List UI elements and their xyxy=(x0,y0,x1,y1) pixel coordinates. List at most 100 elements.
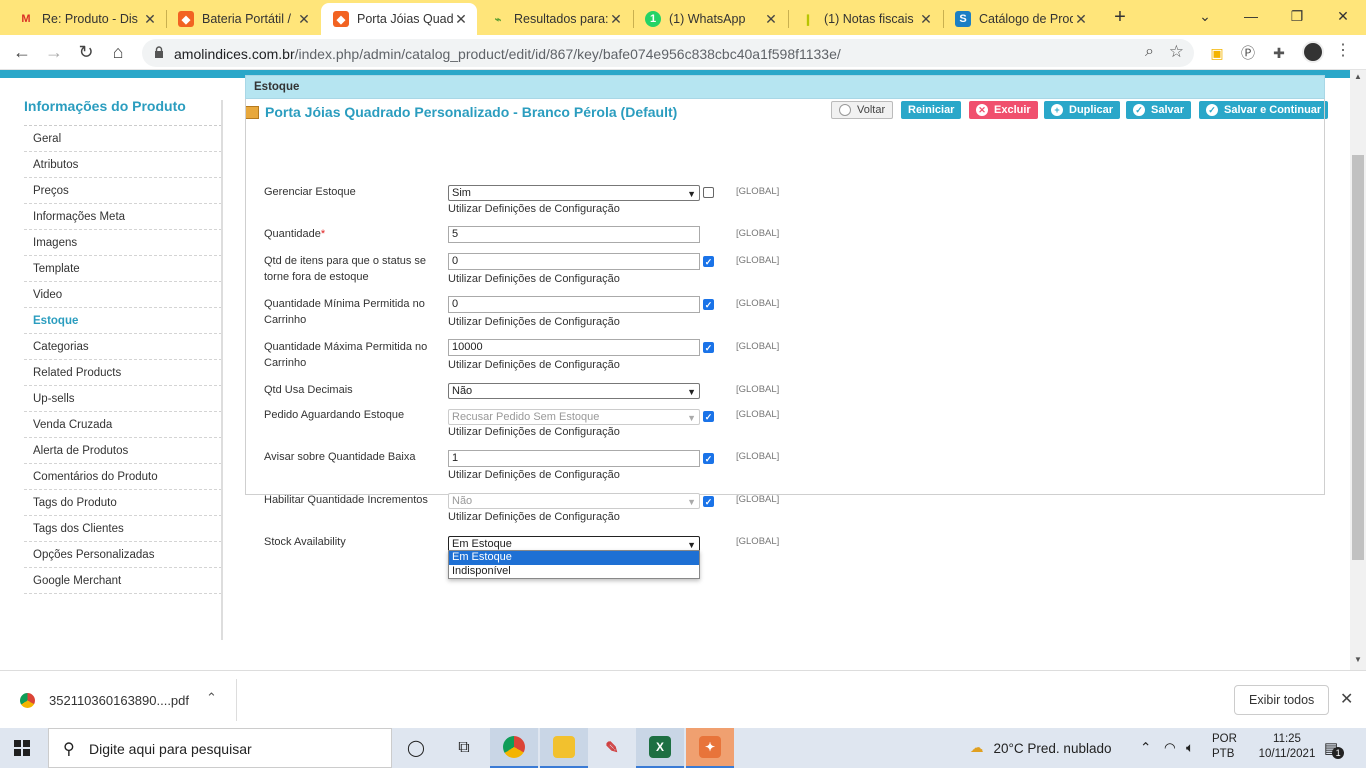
tab-resultados[interactable]: ⌁ Resultados para: ✕ xyxy=(478,3,632,35)
address-bar[interactable]: amolindices.com.br/index.php/admin/catal… xyxy=(142,39,1194,67)
sidebar-item-estoque[interactable]: Estoque xyxy=(24,308,222,334)
forward-arrow-icon[interactable]: → xyxy=(42,41,66,65)
scroll-down-arrow-icon[interactable]: ▼ xyxy=(1350,655,1366,664)
min-cart-qty-use-config-checkbox[interactable]: ✓ xyxy=(703,299,714,310)
tab-gmail[interactable]: M Re: Produto - Dis ✕ xyxy=(6,3,166,35)
weather-widget[interactable]: ☁ 20°C Pred. nublado xyxy=(970,728,1111,768)
close-icon[interactable]: ✕ xyxy=(1340,689,1353,709)
max-cart-qty-use-config-checkbox[interactable]: ✓ xyxy=(703,342,714,353)
sidebar-item-geral[interactable]: Geral xyxy=(24,126,222,152)
tab-whatsapp[interactable]: 1 (1) WhatsApp ✕ xyxy=(633,3,787,35)
chevron-up-icon[interactable]: ⌃ xyxy=(206,690,217,706)
quantity-input[interactable]: 5 xyxy=(448,226,700,243)
manage-stock-value: Sim xyxy=(452,187,471,199)
browser-toolbar: ← → ↻ ⌂ amolindices.com.br/index.php/adm… xyxy=(0,35,1366,70)
zoom-icon[interactable]: ⌕ xyxy=(1145,43,1154,61)
out-of-stock-threshold-label: Qtd de itens para que o status se torne … xyxy=(264,255,427,283)
paint-icon[interactable]: ✎ xyxy=(588,728,636,768)
language-top: POR xyxy=(1212,733,1237,745)
tab-bateria[interactable]: ◆ Bateria Portátil / ✕ xyxy=(166,3,320,35)
min-cart-qty-input[interactable]: 0 xyxy=(448,296,700,313)
manage-stock-use-config-checkbox[interactable] xyxy=(703,187,714,198)
scroll-up-arrow-icon[interactable]: ▲ xyxy=(1350,72,1366,81)
max-cart-qty-input[interactable]: 10000 xyxy=(448,339,700,356)
close-icon[interactable]: ✕ xyxy=(918,11,934,28)
download-bar: 352110360163890....pdf ⌃ Exibir todos ✕ xyxy=(0,670,1366,728)
restore-icon[interactable]: ❐ xyxy=(1274,4,1320,28)
tab-notas-fiscais[interactable]: ❙ (1) Notas fiscais ✕ xyxy=(788,3,942,35)
notify-low-qty-input[interactable]: 1 xyxy=(448,450,700,467)
qty-increments-use-config-checkbox[interactable]: ✓ xyxy=(703,496,714,507)
language-indicator[interactable]: POR PTB xyxy=(1212,732,1237,762)
tab-catalogo[interactable]: S Catálogo de Prod ✕ xyxy=(943,3,1097,35)
kebab-menu-icon[interactable]: ⋮ xyxy=(1335,40,1351,60)
sidebar-item-imagens[interactable]: Imagens xyxy=(24,230,222,256)
sidebar-item-related[interactable]: Related Products xyxy=(24,360,222,386)
wifi-icon[interactable]: ◠ xyxy=(1164,728,1176,768)
scrollbar-thumb[interactable] xyxy=(1352,155,1364,560)
close-icon[interactable]: ✕ xyxy=(763,11,779,28)
sidebar-item-alerta[interactable]: Alerta de Produtos xyxy=(24,438,222,464)
sidebar-item-meta[interactable]: Informações Meta xyxy=(24,204,222,230)
puzzle-icon[interactable]: ✚ xyxy=(1268,42,1290,64)
taskbar-search-box[interactable]: ⚲ Digite aqui para pesquisar xyxy=(48,728,392,768)
cortana-icon[interactable]: ◯ xyxy=(392,728,440,768)
max-cart-qty-label: Quantidade Máxima Permitida no Carrinho xyxy=(264,341,428,369)
qty-uses-decimals-select[interactable]: Não ▼ xyxy=(448,383,700,399)
show-all-downloads-button[interactable]: Exibir todos xyxy=(1234,685,1330,715)
out-of-stock-use-config-checkbox[interactable]: ✓ xyxy=(703,256,714,267)
close-icon[interactable]: ✕ xyxy=(453,11,469,28)
new-tab-button[interactable]: + xyxy=(1108,6,1132,29)
close-icon[interactable]: ✕ xyxy=(608,11,624,28)
sidebar-item-venda-cruzada[interactable]: Venda Cruzada xyxy=(24,412,222,438)
sidebar-item-tags-clientes[interactable]: Tags dos Clientes xyxy=(24,516,222,542)
extension-icon[interactable]: ▣ xyxy=(1206,42,1228,64)
avatar[interactable] xyxy=(1302,41,1324,63)
home-icon[interactable]: ⌂ xyxy=(106,41,130,65)
chrome-file-icon xyxy=(20,693,35,708)
bookmark-star-icon[interactable]: ☆ xyxy=(1169,42,1184,62)
notify-low-qty-use-config-checkbox[interactable]: ✓ xyxy=(703,453,714,464)
pinterest-icon[interactable]: Ⓟ xyxy=(1237,42,1259,64)
close-icon[interactable]: ✕ xyxy=(1073,11,1089,28)
sidebar-item-video[interactable]: Video xyxy=(24,282,222,308)
close-icon[interactable]: ✕ xyxy=(296,11,312,28)
sidebar-item-comentarios[interactable]: Comentários do Produto xyxy=(24,464,222,490)
manage-stock-select[interactable]: Sim ▼ xyxy=(448,185,700,201)
whatsapp-icon: 1 xyxy=(645,11,661,27)
sidebar-item-atributos[interactable]: Atributos xyxy=(24,152,222,178)
dropdown-option-em-estoque[interactable]: Em Estoque xyxy=(449,551,699,565)
task-view-icon[interactable]: ⧉ xyxy=(440,728,488,768)
backorders-select[interactable]: Recusar Pedido Sem Estoque ▼ xyxy=(448,409,700,425)
catalog-icon: S xyxy=(955,11,971,27)
download-file-name[interactable]: 352110360163890....pdf xyxy=(49,693,189,708)
stock-availability-value: Em Estoque xyxy=(452,538,512,550)
sidebar-item-precos[interactable]: Preços xyxy=(24,178,222,204)
sidebar-item-tags-produto[interactable]: Tags do Produto xyxy=(24,490,222,516)
chevron-up-icon[interactable]: ⌃ xyxy=(1140,728,1151,768)
sidebar-item-template[interactable]: Template xyxy=(24,256,222,282)
tab-porta-joias[interactable]: ◆ Porta Jóias Quad ✕ xyxy=(321,3,477,35)
back-arrow-icon[interactable]: ← xyxy=(10,41,34,65)
backorders-use-config-checkbox[interactable]: ✓ xyxy=(703,411,714,422)
sidebar-item-google-merchant[interactable]: Google Merchant xyxy=(24,568,222,594)
tab-search-chevron-icon[interactable]: ⌄ xyxy=(1182,4,1228,28)
out-of-stock-threshold-input[interactable]: 0 xyxy=(448,253,700,270)
chrome-taskbar-icon[interactable] xyxy=(490,728,538,768)
close-window-icon[interactable]: ✕ xyxy=(1320,4,1366,28)
windows-start-icon[interactable] xyxy=(14,740,30,756)
dropdown-option-indisponivel[interactable]: Indisponível xyxy=(449,565,699,579)
sidebar-item-opcoes[interactable]: Opções Personalizadas xyxy=(24,542,222,568)
sidebar-item-categorias[interactable]: Categorias xyxy=(24,334,222,360)
app-runner-icon[interactable]: ✦ xyxy=(686,728,734,768)
minimize-icon[interactable]: — xyxy=(1228,4,1274,28)
reload-icon[interactable]: ↻ xyxy=(74,41,98,65)
notification-center[interactable]: ▤ 1 xyxy=(1324,728,1345,768)
excel-icon[interactable]: X xyxy=(636,728,684,768)
close-icon[interactable]: ✕ xyxy=(142,11,158,28)
qty-increments-select[interactable]: Não ▼ xyxy=(448,493,700,509)
file-explorer-icon[interactable] xyxy=(540,728,588,768)
sidebar-item-upsells[interactable]: Up-sells xyxy=(24,386,222,412)
volume-icon[interactable]: 🔈︎ xyxy=(1186,728,1194,768)
system-clock[interactable]: 11:25 10/11/2021 xyxy=(1252,732,1322,762)
